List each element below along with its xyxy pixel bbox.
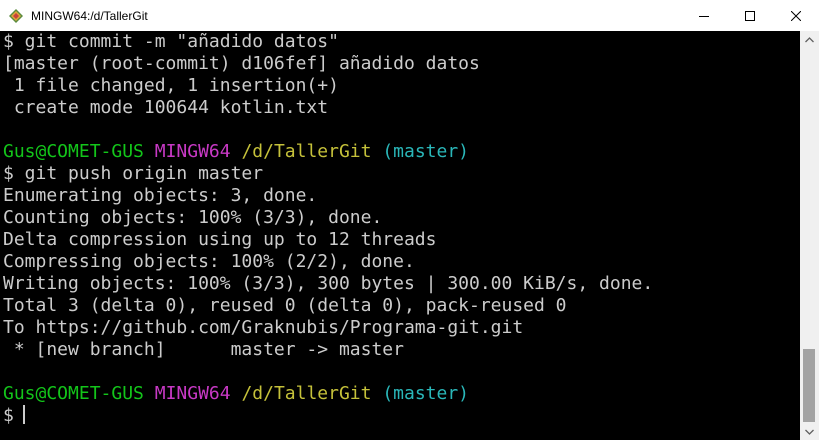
prompt-line: Gus@COMET-GUS MINGW64 /d/TallerGit (mast…	[3, 383, 800, 405]
prompt-path: /d/TallerGit	[241, 141, 372, 162]
text-cursor	[22, 405, 25, 424]
terminal-window: MINGW64:/d/TallerGit $ git commit -m "añ…	[0, 0, 819, 440]
prompt-symbol: $	[3, 405, 14, 426]
minimize-icon	[699, 15, 709, 17]
terminal-line: Total 3 (delta 0), reused 0 (delta 0), p…	[3, 295, 567, 316]
terminal-line: Compressing objects: 100% (2/2), done.	[3, 251, 415, 272]
chevron-up-icon	[805, 36, 814, 42]
close-button[interactable]	[773, 0, 819, 31]
close-icon	[791, 10, 801, 21]
scroll-thumb[interactable]	[803, 349, 815, 422]
prompt-branch: (master)	[382, 383, 470, 404]
input-line[interactable]: $	[3, 405, 800, 427]
maximize-icon	[745, 10, 755, 21]
prompt-branch: (master)	[382, 141, 470, 162]
prompt-system: MINGW64	[154, 383, 231, 404]
prompt-user-host: Gus@COMET-GUS	[3, 383, 144, 404]
terminal-line: 1 file changed, 1 insertion(+)	[3, 75, 339, 96]
minimize-button[interactable]	[681, 0, 727, 31]
mingw-diamond-icon	[8, 8, 24, 24]
prompt-path: /d/TallerGit	[241, 383, 372, 404]
scroll-up-button[interactable]	[800, 31, 819, 48]
terminal-line: [master (root-commit) d106fef] añadido d…	[3, 53, 480, 74]
window-title: MINGW64:/d/TallerGit	[31, 8, 148, 23]
scroll-down-button[interactable]	[800, 423, 819, 440]
vertical-scrollbar[interactable]	[800, 31, 819, 440]
terminal-line: To https://github.com/Graknubis/Programa…	[3, 317, 524, 338]
terminal-line: Writing objects: 100% (3/3), 300 bytes |…	[3, 273, 654, 294]
terminal-line: $ git push origin master	[3, 163, 264, 184]
terminal-line: Counting objects: 100% (3/3), done.	[3, 207, 383, 228]
prompt-system: MINGW64	[154, 141, 231, 162]
terminal-line: $ git commit -m "añadido datos"	[3, 31, 339, 52]
prompt-line: Gus@COMET-GUS MINGW64 /d/TallerGit (mast…	[3, 141, 800, 163]
prompt-user-host: Gus@COMET-GUS	[3, 141, 144, 162]
terminal-output[interactable]: $ git commit -m "añadido datos" [master …	[0, 31, 800, 440]
title-bar[interactable]: MINGW64:/d/TallerGit	[0, 0, 819, 31]
terminal-line: create mode 100644 kotlin.txt	[3, 97, 329, 118]
terminal-line: Delta compression using up to 12 threads	[3, 229, 437, 250]
maximize-button[interactable]	[727, 0, 773, 31]
chevron-down-icon	[805, 429, 814, 435]
terminal-line: * [new branch] master -> master	[3, 339, 404, 360]
terminal-line: Enumerating objects: 3, done.	[3, 185, 318, 206]
